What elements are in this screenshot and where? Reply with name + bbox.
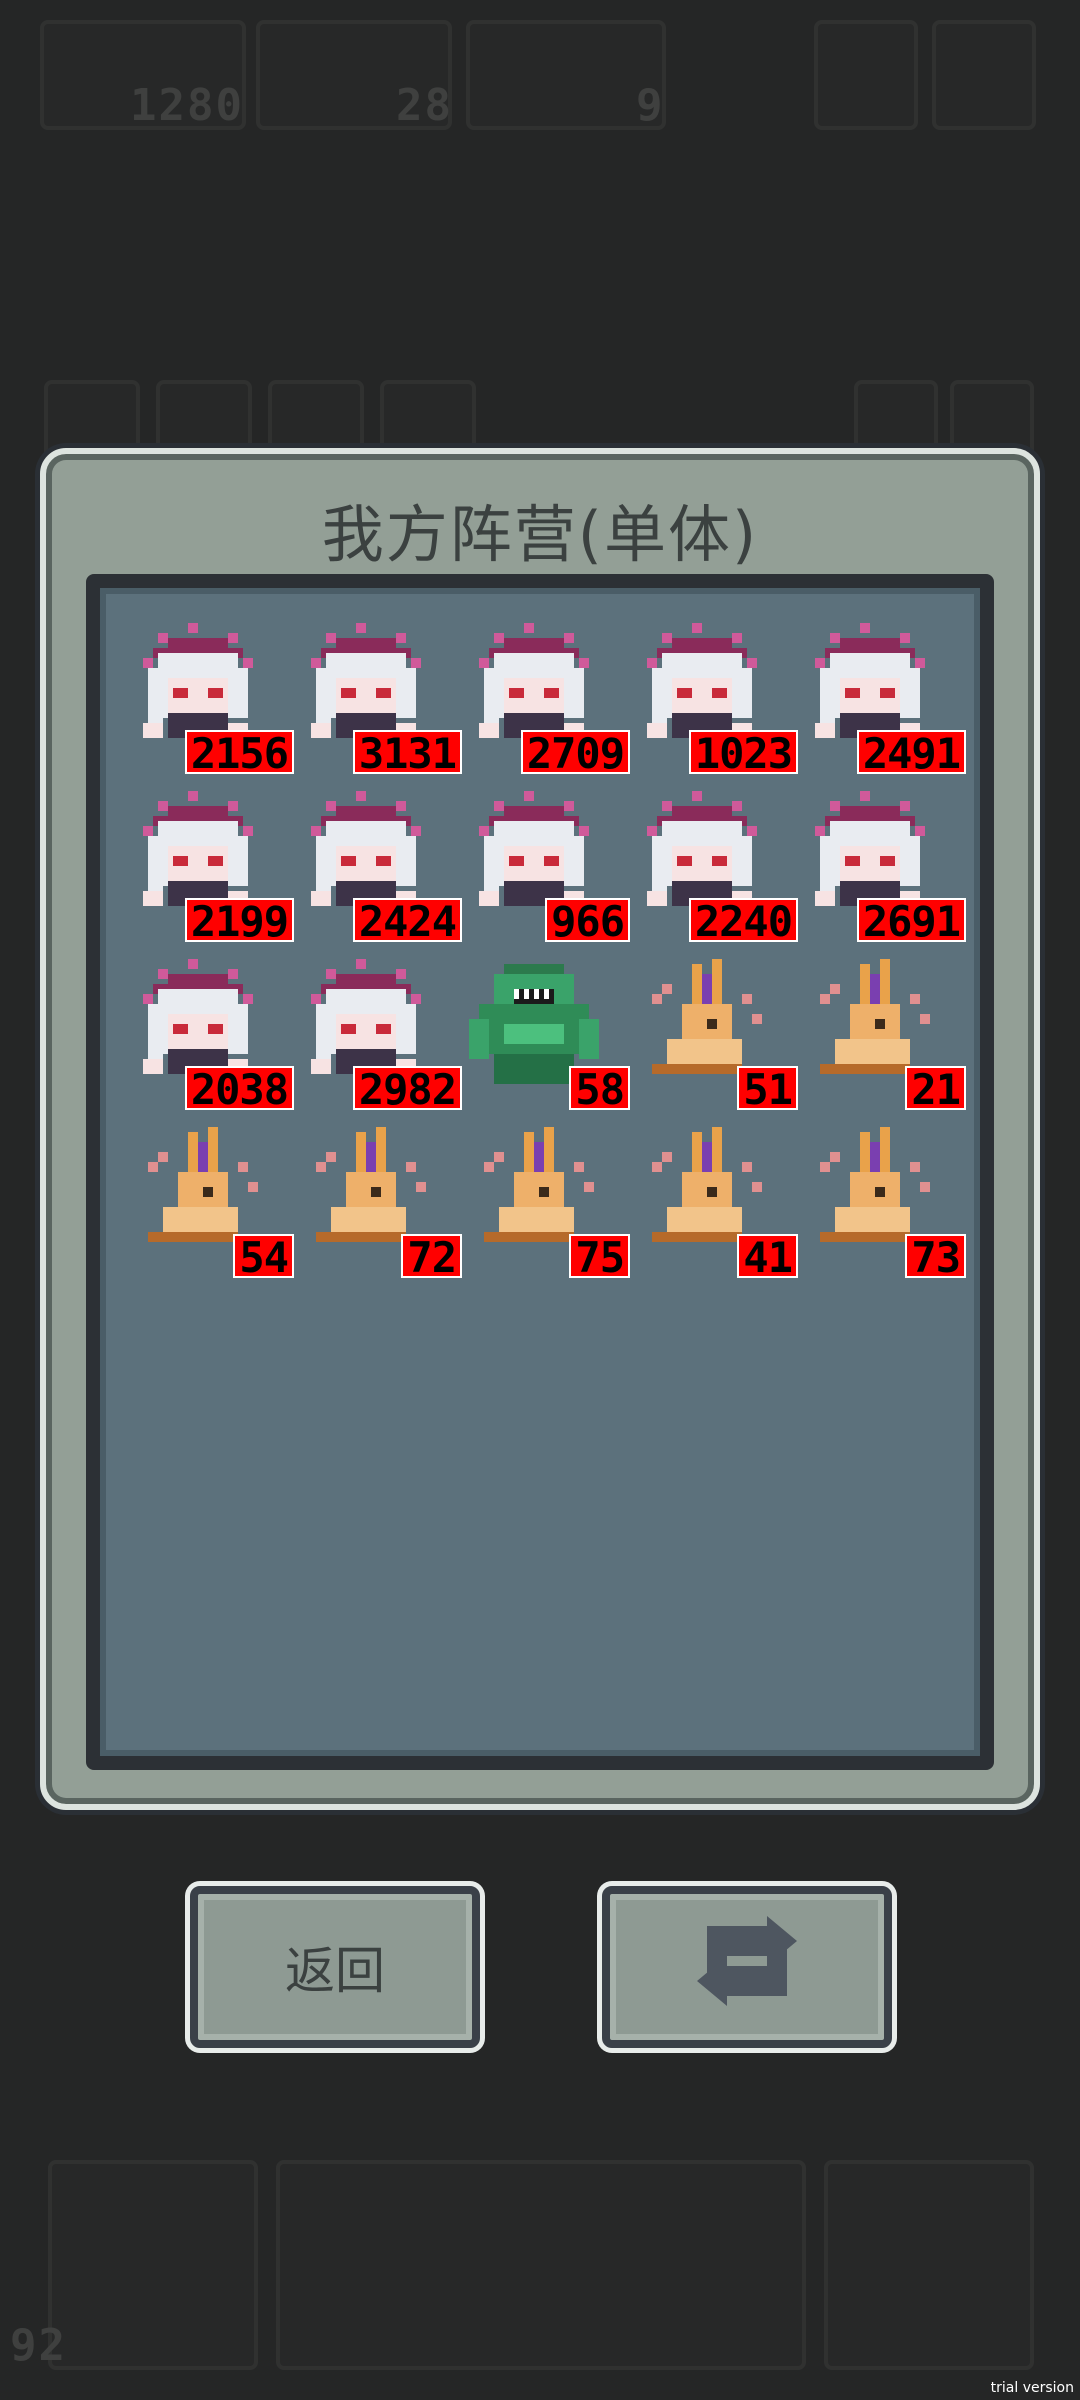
unit-card-girl[interactable]: 3131: [296, 618, 462, 778]
unit-count-badge: 75: [569, 1234, 630, 1280]
unit-count-badge: 2709: [520, 730, 630, 776]
unit-card-rabbit[interactable]: 51: [632, 954, 798, 1114]
unit-card-rabbit[interactable]: 54: [128, 1122, 294, 1282]
watermark: trial version: [990, 2380, 1074, 2396]
unit-card-girl[interactable]: 2491: [800, 618, 966, 778]
unit-card-girl[interactable]: 2038: [128, 954, 294, 1114]
unit-count-badge: 2240: [688, 898, 798, 944]
unit-count-badge: 2491: [856, 730, 966, 776]
refresh-icon: [687, 1916, 807, 2018]
unit-count-badge: 41: [737, 1234, 798, 1280]
unit-card-monster[interactable]: 58: [464, 954, 630, 1114]
unit-count-badge: 966: [545, 898, 630, 944]
unit-card-girl[interactable]: 2691: [800, 786, 966, 946]
unit-panel: 2156 3131 2709 1023 2491 2199 2424 966 2…: [86, 574, 994, 1770]
refresh-button[interactable]: [602, 1886, 892, 2048]
unit-count-badge: 51: [737, 1066, 798, 1112]
unit-count-badge: 2691: [856, 898, 966, 944]
army-dialog: 我方阵营(单体) 2156 3131 2709 1023 2491 2199 2…: [40, 448, 1040, 1810]
unit-card-rabbit[interactable]: 73: [800, 1122, 966, 1282]
unit-count-badge: 2199: [184, 898, 294, 944]
unit-count-badge: 21: [905, 1066, 966, 1112]
unit-card-girl[interactable]: 2156: [128, 618, 294, 778]
unit-card-rabbit[interactable]: 21: [800, 954, 966, 1114]
unit-card-rabbit[interactable]: 72: [296, 1122, 462, 1282]
back-button[interactable]: 返回: [190, 1886, 480, 2048]
unit-count-badge: 73: [905, 1234, 966, 1280]
unit-count-badge: 72: [401, 1234, 462, 1280]
unit-card-rabbit[interactable]: 75: [464, 1122, 630, 1282]
dialog-title: 我方阵营(单体): [321, 498, 759, 571]
unit-card-girl[interactable]: 966: [464, 786, 630, 946]
unit-card-girl[interactable]: 2424: [296, 786, 462, 946]
unit-count-badge: 2424: [352, 898, 462, 944]
unit-count-badge: 58: [569, 1066, 630, 1112]
unit-card-girl[interactable]: 2709: [464, 618, 630, 778]
unit-count-badge: 2982: [352, 1066, 462, 1112]
unit-card-girl[interactable]: 2199: [128, 786, 294, 946]
unit-card-girl[interactable]: 2982: [296, 954, 462, 1114]
unit-count-badge: 2038: [184, 1066, 294, 1112]
unit-count-badge: 1023: [688, 730, 798, 776]
unit-count-badge: 54: [233, 1234, 294, 1280]
unit-card-girl[interactable]: 2240: [632, 786, 798, 946]
unit-card-rabbit[interactable]: 41: [632, 1122, 798, 1282]
unit-count-badge: 2156: [184, 730, 294, 776]
unit-card-girl[interactable]: 1023: [632, 618, 798, 778]
unit-count-badge: 3131: [352, 730, 462, 776]
